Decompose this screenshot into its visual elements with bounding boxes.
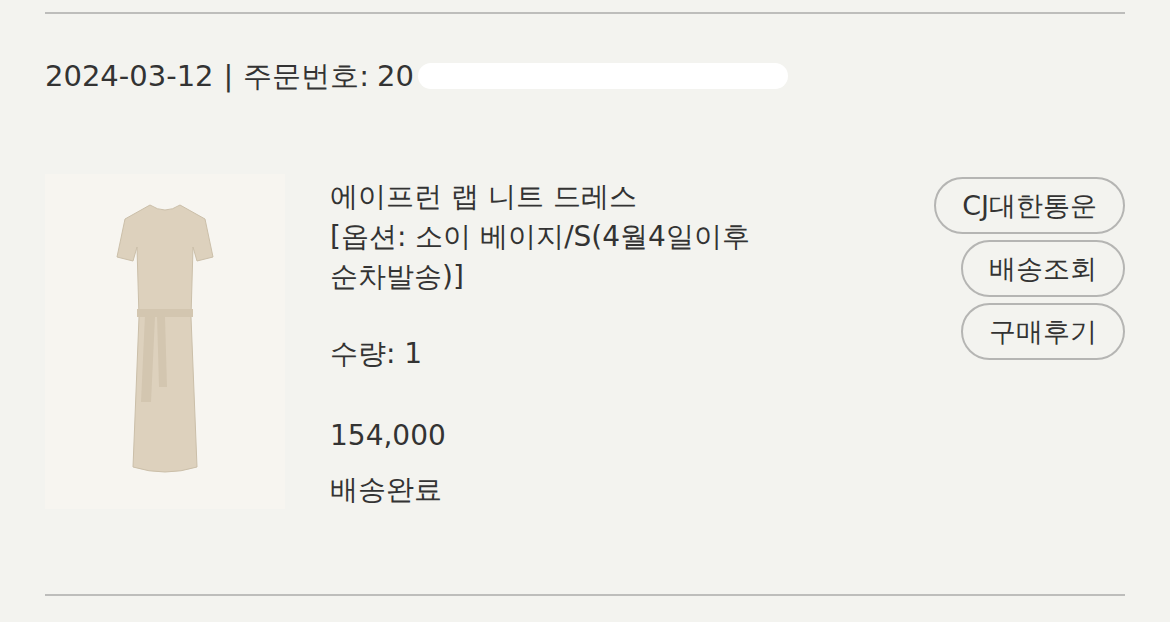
bottom-divider [45, 594, 1125, 596]
top-divider [45, 12, 1125, 14]
action-button[interactable]: CJ대한통운 [934, 177, 1125, 234]
product-name[interactable]: 에이프런 랩 니트 드레스 [330, 177, 850, 217]
order-header: 2024-03-12|주문번호:20 [45, 56, 1125, 96]
delivery-status: 배송완료 [330, 470, 850, 510]
separator: | [224, 56, 234, 96]
dress-icon [105, 197, 225, 487]
action-button[interactable]: 구매후기 [961, 303, 1125, 360]
price: 154,000 [330, 416, 850, 456]
order-date: 2024-03-12 [45, 56, 214, 96]
product-option: [옵션: 소이 베이지/S(4월4일이후 순차발송)] [330, 217, 850, 297]
order-label: 주문번호: [243, 56, 369, 96]
redaction-mark [418, 63, 788, 89]
product-image[interactable] [45, 174, 285, 509]
action-buttons: CJ대한통운배송조회구매후기 [934, 177, 1125, 360]
item-info: 에이프런 랩 니트 드레스[옵션: 소이 베이지/S(4월4일이후 순차발송)]… [330, 174, 850, 510]
order-number: 20 [377, 56, 414, 96]
action-button[interactable]: 배송조회 [961, 240, 1125, 297]
order-item: 에이프런 랩 니트 드레스[옵션: 소이 베이지/S(4월4일이후 순차발송)]… [45, 174, 1125, 574]
order-history-page: 2024-03-12|주문번호:20 에이프런 랩 니트 드레스[옵션: 소이 베… [0, 0, 1170, 622]
quantity: 수량: 1 [330, 334, 850, 374]
